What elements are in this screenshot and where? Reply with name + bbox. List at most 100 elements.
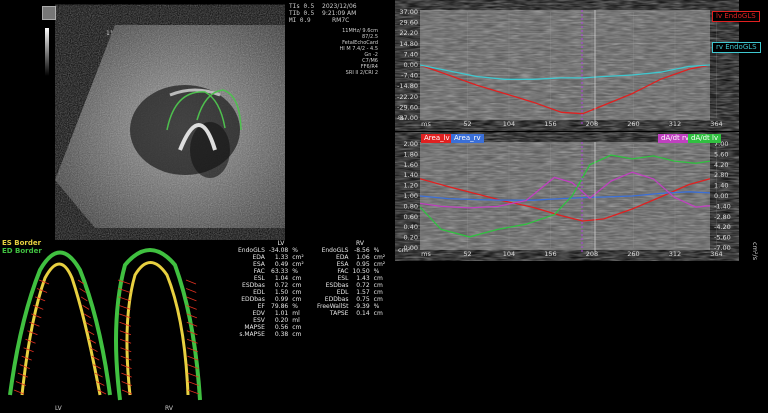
rv-row: EDL 1.57 cm xyxy=(315,289,387,296)
rv-row: EDA 1.06 cm² xyxy=(315,254,387,261)
rv-label: TAPSE xyxy=(329,310,349,317)
lv-value: 1.04 xyxy=(274,275,289,282)
lv-row: EDV 1.01 ml xyxy=(236,310,306,317)
lv-label: EDDbas xyxy=(241,296,265,303)
lv-unit: % xyxy=(292,303,298,310)
ytick-label: -7.40 xyxy=(401,72,418,80)
study-date: 2023/12/06 xyxy=(322,3,357,10)
lv-label: EF xyxy=(257,303,265,310)
study-info: 2023/12/06 9:21:09 AM RM7C xyxy=(322,3,357,24)
ytick-label-right: 5.60 xyxy=(714,150,728,158)
ytick-label-right: 2.80 xyxy=(714,171,728,179)
ytick-label: 0.60 xyxy=(404,213,418,221)
lv-row: EDL 1.50 cm xyxy=(236,289,306,296)
legend-lv-endogls[interactable]: lv EndoGLS xyxy=(712,11,760,22)
bottom-chart-xticks: ms 52 104 156 208 260 312 364 xyxy=(421,250,723,258)
rv-row: ESA 0.95 cm² xyxy=(315,261,387,268)
lv-row: s.MAPSE 0.38 cm xyxy=(236,331,306,338)
ultrasound-image xyxy=(55,25,285,228)
ytick-label: 14.80 xyxy=(399,40,418,48)
lv-unit: cm xyxy=(292,296,302,303)
rv-unit: % xyxy=(373,303,380,310)
lv-value: 0.99 xyxy=(274,296,289,303)
lv-unit: % xyxy=(292,268,298,275)
lv-unit: cm² xyxy=(292,254,304,261)
rv-value: 0.95 xyxy=(356,261,370,268)
xtick-label: 364 xyxy=(710,120,722,128)
legend-da-lv[interactable]: dA/dt lv xyxy=(688,134,722,143)
ytick-label-right: -5.60 xyxy=(714,234,731,242)
legend-da-rv[interactable]: dA/dt rv xyxy=(658,134,693,143)
rv-row: TAPSE 0.14 cm xyxy=(315,310,387,317)
lv-value: -34.08 xyxy=(268,247,289,254)
legend-area-lv[interactable]: Area_lv xyxy=(421,134,453,143)
rv-value: 1.57 xyxy=(356,289,370,296)
ytick-label: 0.80 xyxy=(404,202,418,210)
rv-label: ESA xyxy=(336,261,349,268)
rv-value: 1.43 xyxy=(356,275,370,282)
lv-unit: cm xyxy=(292,275,302,282)
lv-table: EndoGLS -34.08% EDA 1.33 cm² ESA 0.49 cm² FAC 63.… xyxy=(236,247,306,338)
rv-label: ESL xyxy=(337,275,349,282)
grayscale-bar xyxy=(45,28,49,76)
top-chart-xticks: ms 52 104 156 208 260 312 364 xyxy=(421,120,723,128)
rv-value: 0.75 xyxy=(356,296,370,303)
rv-unit: % xyxy=(373,247,380,254)
xtick-label: 52 xyxy=(463,250,471,258)
lv-unit: ml xyxy=(292,310,300,317)
lv-label: EDA xyxy=(252,254,265,261)
bottom-chart-yticks-right: 7.005.604.202.801.400.00-1.40-2.80-4.20-… xyxy=(714,140,731,252)
rv-value: 1.06 xyxy=(356,254,370,261)
ytick-label: 0.00 xyxy=(404,61,418,69)
lv-label: FAC xyxy=(253,268,265,275)
xtick-label: 312 xyxy=(669,250,681,258)
ytick-label: 0.20 xyxy=(404,234,418,242)
top-ylabel: % xyxy=(398,114,404,122)
lv-value: 79.86 xyxy=(271,303,289,310)
rv-row: ESDbas 0.72 cm xyxy=(315,282,387,289)
lv-row: EDA 1.33 cm² xyxy=(236,254,306,261)
lv-label: ESDbas xyxy=(242,282,265,289)
lv-unit: cm² xyxy=(292,261,304,268)
lv-measurements: LV EndoGLS -34.08% EDA 1.33 cm² ESA 0.49 cm² FAC… xyxy=(236,240,306,338)
rv-unit: cm xyxy=(373,282,383,289)
rv-value: 0.14 xyxy=(356,310,370,317)
ytick-label: -22.20 xyxy=(397,93,418,101)
legend-area-rv[interactable]: Area_rv xyxy=(451,134,484,143)
lv-value: 1.33 xyxy=(274,254,289,261)
ytick-label: 0.40 xyxy=(404,223,418,231)
lv-row: EF 79.86% xyxy=(236,303,306,310)
rv-row: ESL 1.43 cm xyxy=(315,275,387,282)
rv-unit: cm xyxy=(373,275,383,282)
ytick-label: 22.20 xyxy=(399,29,418,37)
xtick-label: 156 xyxy=(544,250,556,258)
xtick-label: 208 xyxy=(586,120,598,128)
rv-label: EDL xyxy=(336,289,349,296)
lv-unit: cm xyxy=(292,324,302,331)
contour-diagram xyxy=(8,248,202,401)
ytick-label: -29.60 xyxy=(397,103,418,111)
rv-label: FreeWallSt xyxy=(317,303,349,310)
rv-label: ESDbas xyxy=(325,282,349,289)
lv-chamber-label: LV xyxy=(55,405,62,412)
rv-unit: cm xyxy=(373,289,383,296)
legend-rv-endogls[interactable]: rv EndoGLS xyxy=(712,42,761,53)
lv-row: FAC 63.33% xyxy=(236,268,306,275)
lv-label: EndoGLS xyxy=(238,247,265,254)
rv-label: EDDbas xyxy=(324,296,349,303)
lv-value: 0.72 xyxy=(274,282,289,289)
rv-measurements: RV EndoGLS -8.56% EDA 1.06 cm² ESA 0.95 cm² FAC 1… xyxy=(315,240,387,317)
lv-value: 63.33 xyxy=(271,268,289,275)
ytick-label: 1.00 xyxy=(404,192,418,200)
lv-unit: cm xyxy=(292,331,302,338)
area-chart: 2.00 1.80 1.60 1.40 1.20 1.00 0.80 0.60 0.40 0.20… xyxy=(398,140,759,261)
rv-label: FAC xyxy=(337,268,349,275)
rv-label: EndoGLS xyxy=(321,247,349,254)
acquisition-params: 11MHz/ 9.6cm 87/2.5 FetalEchoCard HI M 7… xyxy=(318,28,378,76)
rv-value: 10.50 xyxy=(352,268,370,275)
lv-label: ESA xyxy=(253,261,265,268)
ytick-label-right: -2.80 xyxy=(714,213,731,221)
top-chart-yticks: 37.00 29.60 22.20 14.80 7.40 0.00 -7.40 -14.80 -… xyxy=(397,8,418,122)
lv-label: EDV xyxy=(252,310,265,317)
rv-unit: cm xyxy=(373,296,383,303)
